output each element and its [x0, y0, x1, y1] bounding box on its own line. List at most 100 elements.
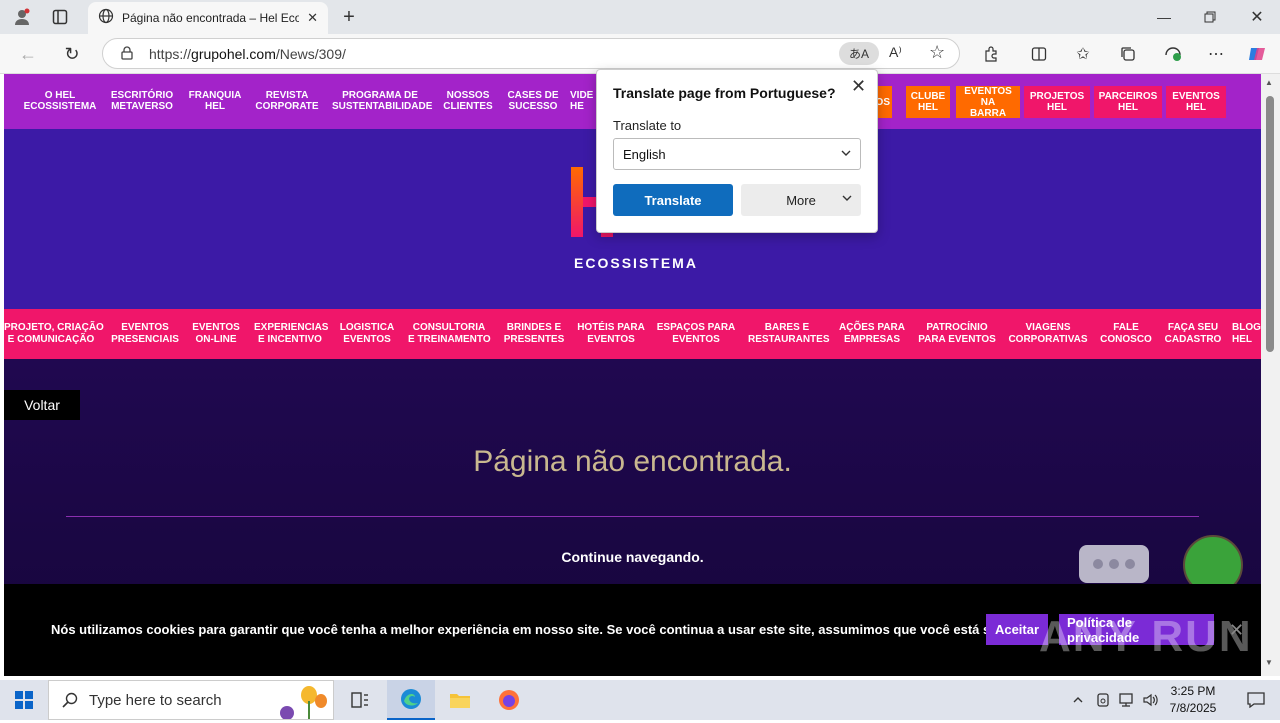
top-nav-item[interactable]: O HEL ECOSSISTEMA [18, 90, 102, 112]
restore-icon[interactable] [1198, 6, 1222, 28]
edge-taskbar-icon[interactable] [387, 680, 435, 720]
chevron-down-icon [840, 147, 852, 162]
start-button[interactable] [0, 680, 48, 720]
top-nav-item[interactable]: NOSSOS CLIENTES [438, 90, 498, 112]
task-view-icon[interactable] [336, 680, 384, 720]
chat-typing-bubble[interactable] [1079, 545, 1149, 583]
flowers-icon [265, 683, 329, 723]
top-nav-item[interactable]: PROGRAMA DE SUSTENTABILIDADE [332, 90, 432, 112]
nav-line: EMPRESAS [843, 334, 901, 345]
nav-line: E TREINAMENTO [408, 334, 491, 345]
nav-line: CORPORATIVAS [1008, 334, 1088, 345]
tab-title: Página não encontrada – Hel Ecossistema [122, 11, 300, 25]
top-nav-button[interactable]: EVENTOS NA BARRA [956, 86, 1020, 119]
translate-icon[interactable]: あA [839, 42, 879, 65]
more-options-button[interactable]: More [741, 184, 861, 216]
nav-line: RESTAURANTES [748, 334, 830, 345]
copilot-icon[interactable] [1246, 43, 1268, 65]
more-menu-icon[interactable]: ⋯ [1205, 43, 1227, 65]
nav-line: EVENTOS [672, 334, 720, 345]
services-nav-item[interactable]: AÇÕES PARA EMPRESAS [838, 322, 906, 346]
top-nav-button[interactable]: CLUBE HEL [906, 86, 950, 118]
page-scrollbar[interactable]: ▲ ▼ [1261, 74, 1280, 676]
network-icon[interactable] [1116, 680, 1138, 720]
globe-icon [98, 8, 114, 29]
close-icon[interactable]: ✕ [851, 76, 866, 97]
nav-line: EVENTOS [343, 334, 391, 345]
nav-line: VIAGENS [1025, 322, 1071, 333]
top-nav-item[interactable]: ESCRITÓRIO METAVERSO [108, 90, 176, 112]
services-nav-item[interactable]: VIAGENS CORPORATIVAS [1008, 322, 1088, 346]
lock-icon[interactable] [119, 45, 135, 64]
close-icon[interactable]: ✕ [1229, 620, 1244, 641]
browser-essentials-icon[interactable] [1162, 43, 1184, 65]
profile-icon[interactable] [10, 6, 34, 28]
collections-icon[interactable] [1117, 43, 1139, 65]
taskbar-clock[interactable]: 3:25 PM 7/8/2025 [1160, 683, 1226, 717]
services-nav-item[interactable]: FAÇA SEU CADASTRO [1164, 322, 1222, 346]
volume-icon[interactable] [1140, 680, 1162, 720]
nav-line: HEL [1232, 334, 1252, 345]
services-nav-item[interactable]: EVENTOS PRESENCIAIS [110, 322, 180, 346]
favorite-star-icon[interactable]: ☆ [929, 42, 945, 63]
favorites-icon[interactable]: ✩ [1072, 43, 1094, 65]
services-nav-item[interactable]: LOGISTICA EVENTOS [338, 322, 396, 346]
services-nav-item[interactable]: FALE CONOSCO [1098, 322, 1154, 346]
language-select[interactable]: English [613, 138, 861, 170]
minimize-icon[interactable]: — [1152, 6, 1176, 28]
nav-line: LOGISTICA [339, 322, 395, 333]
read-aloud-icon[interactable]: A⁾ [889, 44, 902, 61]
tab-active[interactable]: Página não encontrada – Hel Ecossistema … [88, 2, 328, 34]
services-nav-item[interactable]: HOTÉIS PARA EVENTOS [576, 322, 646, 346]
continue-text: Continue navegando. [561, 549, 704, 565]
top-nav-item[interactable]: REVISTA CORPORATE [252, 90, 322, 112]
services-nav-item[interactable]: PATROCÍNIO PARA EVENTOS [916, 322, 998, 346]
typing-dot [1125, 559, 1135, 569]
services-nav-item[interactable]: ESPAÇOS PARA EVENTOS [656, 322, 736, 346]
nav-line: HOTÉIS PARA [577, 322, 645, 333]
back-arrow-icon[interactable]: ← [16, 43, 40, 65]
nav-line: FAÇA SEU [1167, 322, 1219, 333]
new-tab-icon[interactable]: + [338, 6, 360, 28]
back-button[interactable]: Voltar [4, 390, 80, 420]
services-nav-item[interactable]: BRINDES E PRESENTES [502, 322, 566, 346]
close-tab-icon[interactable]: ✕ [307, 10, 318, 26]
nav-line: BARES E [764, 322, 810, 333]
nav-line: PRESENCIAIS [111, 334, 179, 345]
services-nav-item[interactable]: BARES E RESTAURANTES [748, 322, 830, 346]
services-nav-item[interactable]: EXPERIENCIAS E INCENTIVO [254, 322, 328, 346]
top-nav-item[interactable]: CASES DE SUCESSO [506, 90, 560, 112]
nav-line: EVENTOS [192, 322, 240, 333]
extensions-icon[interactable] [980, 43, 1002, 65]
tab-actions-icon[interactable] [48, 6, 72, 28]
url-host: grupohel.com [191, 45, 276, 62]
top-nav-button[interactable]: PROJETOS HEL [1024, 86, 1090, 118]
file-explorer-icon[interactable] [436, 680, 484, 720]
scroll-down-icon[interactable]: ▼ [1265, 658, 1273, 667]
split-screen-icon[interactable] [1028, 43, 1050, 65]
translate-button[interactable]: Translate [613, 184, 733, 216]
nav-line: PROJETOS [1029, 91, 1085, 102]
nav-line: CORPORATE [255, 101, 319, 112]
device-icon[interactable] [1092, 680, 1114, 720]
nav-line: FALE [1113, 322, 1139, 333]
address-input[interactable]: https://grupohel.com/News/309/ あA A⁾ ☆ [102, 38, 960, 69]
refresh-icon[interactable]: ↻ [60, 43, 84, 65]
url-path: /News/309/ [275, 45, 346, 62]
services-nav-item[interactable]: PROJETO, CRIAÇÃO E COMUNICAÇÃO [4, 322, 104, 346]
scroll-up-icon[interactable]: ▲ [1265, 78, 1273, 87]
top-nav-button[interactable]: EVENTOS HEL [1166, 86, 1226, 118]
nav-line: PARCEIROS [1098, 91, 1158, 102]
services-nav-item[interactable]: CONSULTORIA E TREINAMENTO [408, 322, 491, 346]
top-nav-button[interactable]: PARCEIROS HEL [1094, 86, 1162, 118]
services-nav-item[interactable]: EVENTOS ON-LINE [190, 322, 242, 346]
notifications-icon[interactable] [1232, 680, 1280, 720]
taskbar-search-input[interactable]: Type here to search [48, 680, 334, 720]
close-window-icon[interactable]: ✕ [1245, 6, 1269, 28]
top-nav-item[interactable]: FRANQUIA HEL [184, 90, 246, 112]
firefox-icon[interactable] [485, 680, 533, 720]
scroll-thumb[interactable] [1266, 96, 1274, 352]
services-nav-item[interactable]: BLOG HEL [1232, 322, 1261, 346]
page-title: Página não encontrada. [473, 445, 792, 478]
chevron-up-icon[interactable] [1066, 680, 1090, 720]
